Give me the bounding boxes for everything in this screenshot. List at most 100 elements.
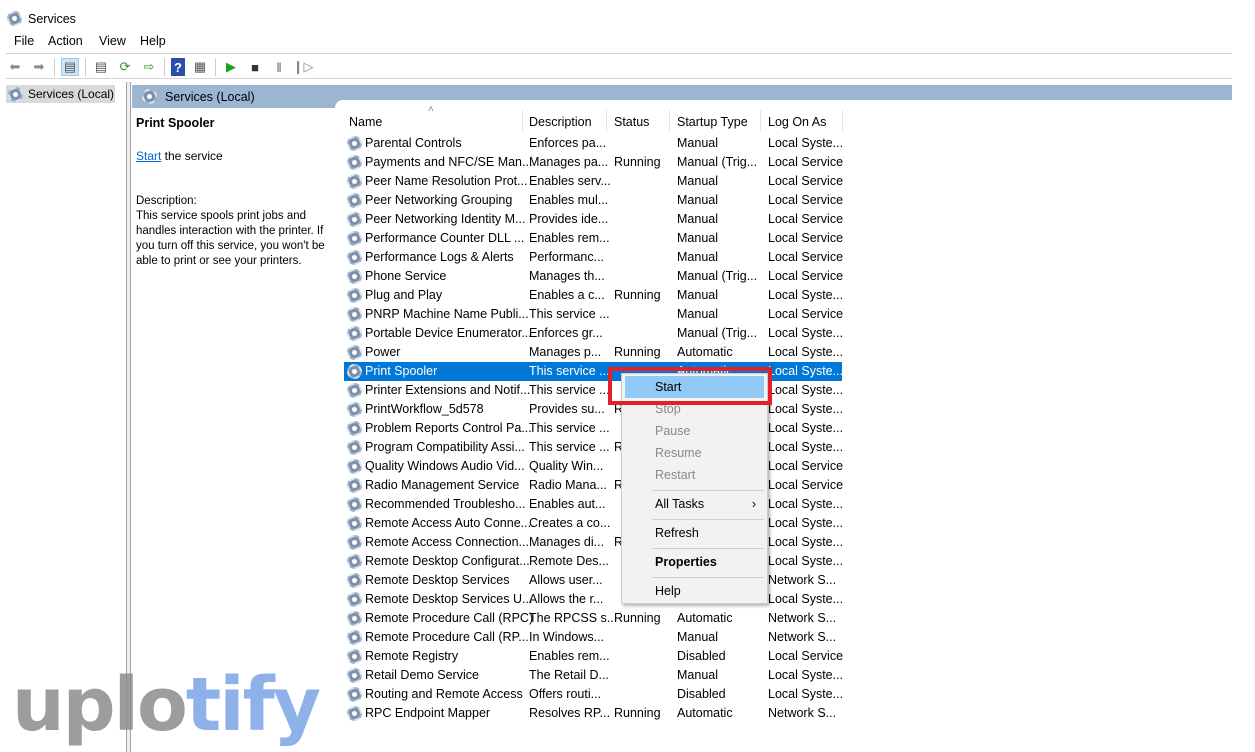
service-gear-icon	[347, 630, 362, 645]
column-divider[interactable]	[606, 110, 607, 132]
service-name: Peer Networking Grouping	[365, 193, 513, 207]
refresh-icon[interactable]: ⟳	[116, 58, 134, 76]
help-icon[interactable]: ?	[171, 58, 185, 76]
service-name: Parental Controls	[365, 136, 462, 150]
console-tree-icon[interactable]: ▤	[61, 58, 79, 76]
service-description: Quality Win...	[529, 459, 604, 473]
service-row[interactable]: Peer Name Resolution Prot... Enables serv…	[344, 172, 844, 191]
column-divider[interactable]	[522, 110, 523, 132]
menu-action[interactable]: Action	[48, 34, 83, 48]
service-log-on-as: Local Syste...	[768, 288, 844, 302]
service-row[interactable]: Remote Procedure Call (RP... In Windows..…	[344, 628, 842, 647]
export-icon[interactable]: ⇨	[140, 58, 158, 76]
service-log-on-as: Local Service	[768, 193, 844, 207]
service-log-on-as: Local Syste...	[768, 136, 844, 150]
menu-item-refresh[interactable]: Refresh	[625, 522, 764, 544]
service-gear-icon	[347, 402, 362, 417]
service-startup-type: Manual (Trig...	[677, 269, 758, 283]
service-description: Allows the r...	[529, 592, 604, 606]
column-divider[interactable]	[760, 110, 761, 132]
service-log-on-as: Local Service	[768, 174, 844, 188]
column-header-status[interactable]: Status	[614, 114, 649, 134]
forward-arrow-icon[interactable]: ➡	[30, 58, 48, 76]
service-gear-icon	[347, 497, 362, 512]
column-header-name[interactable]: Name	[349, 114, 382, 134]
service-description: This service ...	[529, 364, 610, 378]
service-name: Phone Service	[365, 269, 447, 283]
service-row[interactable]: Remote Procedure Call (RPC) The RPCSS s..…	[344, 609, 842, 628]
service-name: Program Compatibility Assi...	[365, 440, 525, 454]
tree-item-services-local[interactable]: Services (Local)	[6, 85, 115, 103]
service-row[interactable]: Retail Demo Service The Retail D... Manual…	[344, 666, 843, 685]
service-row[interactable]: Performance Logs & Alerts Performanc... Ma…	[344, 248, 843, 267]
service-name: Remote Access Connection...	[365, 535, 529, 549]
service-gear-icon	[347, 345, 362, 360]
column-divider[interactable]	[669, 110, 670, 132]
watermark-part2: tify	[185, 662, 321, 748]
service-description: Allows user...	[529, 573, 603, 587]
service-row[interactable]: Plug and Play Enables a c... Running Manual…	[344, 286, 844, 305]
column-header-description[interactable]: Description	[529, 114, 592, 134]
menu-item-help[interactable]: Help	[625, 580, 764, 602]
service-startup-type: Manual	[677, 212, 718, 226]
column-header-log-on-as[interactable]: Log On As	[768, 114, 826, 134]
service-status: Running	[614, 155, 661, 169]
menu-help[interactable]: Help	[140, 34, 166, 48]
service-name: Routing and Remote Access	[365, 687, 523, 701]
service-status: Running	[614, 611, 661, 625]
service-log-on-as: Local Syste...	[768, 516, 844, 530]
service-gear-icon	[347, 269, 362, 284]
service-gear-icon	[347, 326, 362, 341]
service-row[interactable]: PNRP Machine Name Publi... This service .…	[344, 305, 843, 324]
service-log-on-as: Local Syste...	[768, 687, 844, 701]
service-startup-type: Manual	[677, 630, 718, 644]
service-startup-type: Automatic	[677, 345, 733, 359]
back-arrow-icon[interactable]: ⬅	[6, 58, 24, 76]
service-row[interactable]: Peer Networking Grouping Enables mul... Ma…	[344, 191, 844, 210]
watermark-part1: uplo	[12, 662, 188, 748]
pane-splitter[interactable]	[127, 82, 131, 752]
menu-item-all-tasks[interactable]: All Tasks ›	[625, 493, 764, 515]
column-divider[interactable]	[842, 110, 843, 132]
service-description: Enables a c...	[529, 288, 605, 302]
menu-file[interactable]: File	[14, 34, 34, 48]
menu-view[interactable]: View	[99, 34, 126, 48]
service-log-on-as: Local Syste...	[768, 554, 844, 568]
service-row[interactable]: Parental Controls Enforces pa... Manual Loc…	[344, 134, 844, 153]
action-pane-icon[interactable]: ▦	[191, 58, 209, 76]
service-row[interactable]: Phone Service Manages th... Manual (Trig..…	[344, 267, 843, 286]
stop-icon[interactable]: ■	[246, 58, 264, 76]
service-row[interactable]: RPC Endpoint Mapper Resolves RP... Running…	[344, 704, 842, 723]
service-description: This service ...	[529, 421, 610, 435]
menu-separator	[652, 490, 764, 491]
pause-icon[interactable]: ‖	[270, 58, 288, 76]
properties-icon[interactable]: ▤	[92, 58, 110, 76]
service-row[interactable]: Routing and Remote Access Offers routi...…	[344, 685, 844, 704]
menu-item-properties[interactable]: Properties	[625, 551, 764, 573]
service-description: Manages pa...	[529, 155, 609, 169]
menu-separator	[652, 519, 764, 520]
resume-icon[interactable]: ❙▷	[293, 58, 314, 76]
highlight-annotation-box	[608, 367, 772, 405]
service-row[interactable]: Power Manages p... Running Automatic Local S…	[344, 343, 843, 362]
service-row[interactable]: Peer Networking Identity M... Provides id…	[344, 210, 843, 229]
menu-separator	[652, 577, 764, 578]
service-gear-icon	[347, 193, 362, 208]
service-gear-icon	[347, 535, 362, 550]
service-log-on-as: Network S...	[768, 630, 837, 644]
service-row[interactable]: Portable Device Enumerator... Enforces gr…	[344, 324, 843, 343]
service-name: Remote Procedure Call (RPC)	[365, 611, 534, 625]
play-icon[interactable]: ▶	[222, 58, 240, 76]
column-header-startup-type[interactable]: Startup Type	[677, 114, 748, 134]
service-startup-type: Manual (Trig...	[677, 155, 758, 169]
menu-item-pause: Pause	[655, 424, 691, 438]
service-row[interactable]: Performance Counter DLL ... Enables rem..…	[344, 229, 843, 248]
service-description: In Windows...	[529, 630, 605, 644]
service-description: Enables rem...	[529, 649, 610, 663]
console-tree	[0, 82, 127, 752]
service-row[interactable]: Payments and NFC/SE Man... Manages pa... R…	[344, 153, 843, 172]
start-service-link[interactable]: Start	[136, 149, 161, 163]
service-name: Problem Reports Control Pa...	[365, 421, 532, 435]
service-gear-icon	[347, 440, 362, 455]
service-row[interactable]: Remote Registry Enables rem... Disabled Loc…	[344, 647, 843, 666]
